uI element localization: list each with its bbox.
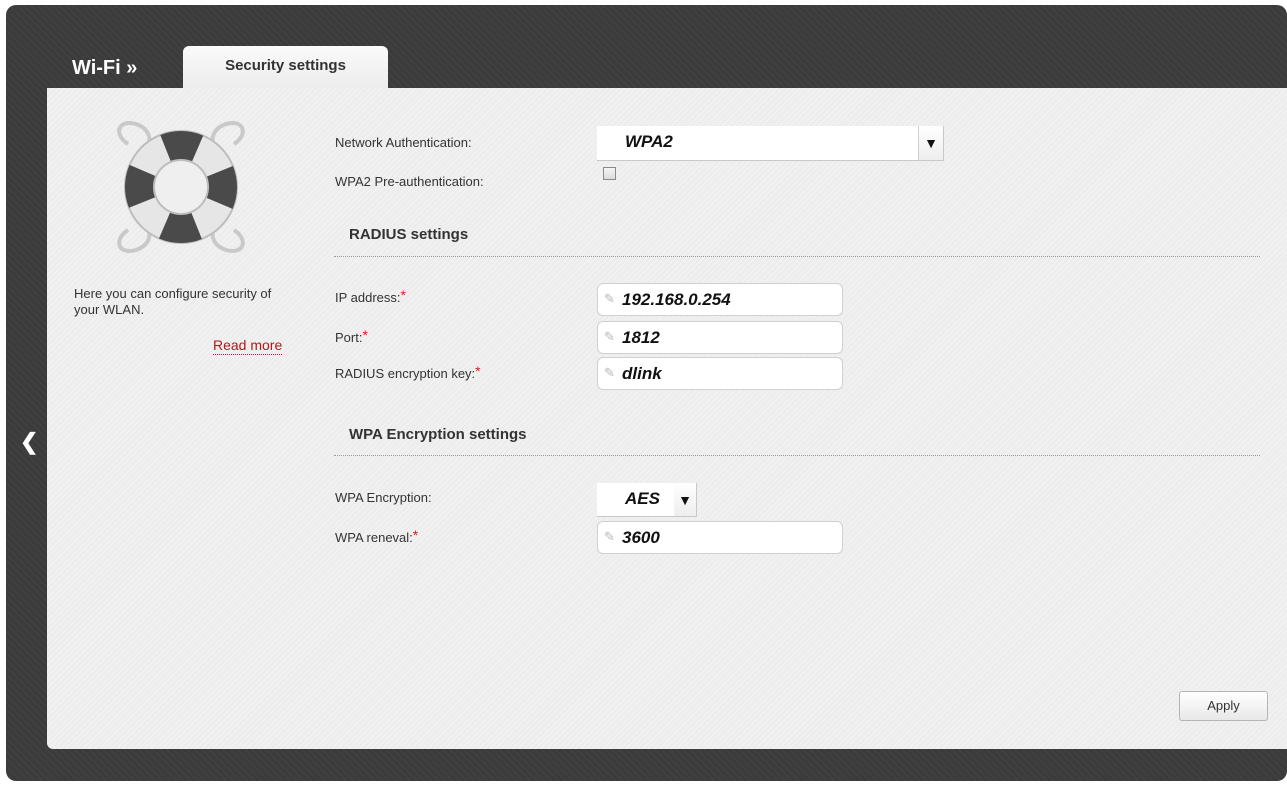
ip-label-text: IP address: — [335, 290, 401, 305]
wpa-renewal-label-text: WPA reneval: — [335, 530, 413, 545]
tab-security-settings[interactable]: Security settings — [183, 46, 388, 90]
ip-address-field[interactable]: ✎ 192.168.0.254 — [597, 283, 843, 316]
wpa-renewal-value: 3600 — [622, 528, 660, 547]
help-text: Here you can configure security of your … — [74, 286, 272, 317]
radius-key-field[interactable]: ✎ dlink — [597, 357, 843, 390]
wpa-renewal-label: WPA reneval:* — [335, 527, 419, 546]
port-label: Port:* — [335, 327, 368, 346]
wpa-encryption-label: WPA Encryption: — [335, 490, 432, 505]
wpa-encryption-value: AES — [625, 489, 660, 508]
port-field[interactable]: ✎ 1812 — [597, 321, 843, 354]
wpa-renewal-field[interactable]: ✎ 3600 — [597, 521, 843, 554]
required-marker: * — [475, 363, 481, 379]
radius-key-label: RADIUS encryption key:* — [335, 363, 481, 382]
chevron-down-icon[interactable]: ▼ — [674, 483, 696, 516]
ip-label: IP address:* — [335, 287, 406, 306]
required-marker: * — [412, 527, 419, 543]
pencil-icon: ✎ — [604, 329, 615, 344]
breadcrumb[interactable]: Wi-Fi » — [72, 57, 137, 80]
network-auth-label: Network Authentication: — [335, 135, 472, 150]
section-divider — [334, 455, 1260, 456]
port-value: 1812 — [622, 328, 660, 347]
preauth-label: WPA2 Pre-authentication: — [335, 174, 484, 189]
network-auth-value: WPA2 — [625, 132, 673, 151]
pencil-icon: ✎ — [604, 291, 615, 306]
ip-address-value: 192.168.0.254 — [622, 290, 731, 309]
lifebuoy-icon — [117, 121, 245, 253]
radius-key-label-text: RADIUS encryption key: — [335, 366, 476, 381]
network-auth-select[interactable]: WPA2 ▼ — [597, 126, 944, 161]
wpa-section-title: WPA Encryption settings — [349, 426, 527, 443]
chevron-down-icon[interactable]: ▼ — [918, 126, 943, 160]
required-marker: * — [362, 327, 368, 343]
port-label-text: Port: — [335, 330, 363, 345]
pencil-icon: ✎ — [604, 529, 615, 544]
chevron-left-icon[interactable]: ❮ — [20, 431, 38, 453]
radius-key-value: dlink — [622, 364, 662, 383]
pencil-icon: ✎ — [604, 365, 615, 380]
wpa-encryption-select[interactable]: AES ▼ — [597, 483, 697, 517]
preauth-checkbox[interactable] — [603, 167, 616, 180]
required-marker: * — [400, 287, 406, 303]
apply-button[interactable]: Apply — [1179, 691, 1268, 721]
section-divider — [334, 256, 1260, 257]
radius-section-title: RADIUS settings — [349, 226, 469, 243]
read-more-link[interactable]: Read more — [213, 337, 283, 355]
